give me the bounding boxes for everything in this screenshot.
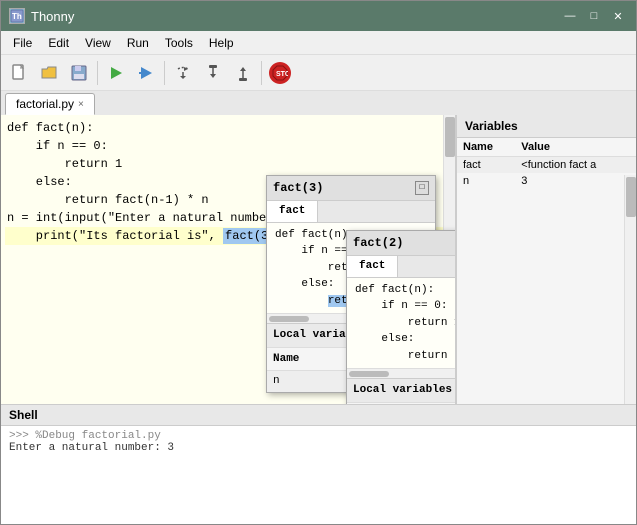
shell-panel: Shell >>> %Debug factorial.py Enter a na… [1,404,636,524]
var-row-n: n 3 [457,173,636,189]
separator-3 [261,61,262,85]
debug-window-fact2: fact(2) □ fact def fact(n): if n == 0: r… [346,230,455,404]
editor-panel: def fact(n): if n == 0: return 1 else: r… [1,115,456,404]
var-n-name: n [457,173,515,189]
shell-title: Shell [1,405,636,426]
svg-text:STOP: STOP [276,71,288,78]
menu-tools[interactable]: Tools [157,34,201,52]
dc2-line-2: if n == 0: [353,298,455,315]
toolbar: STOP [1,55,636,91]
open-file-button[interactable] [35,59,63,87]
shell-line-2: Enter a natural number: 3 [9,442,628,454]
dc2-line-1: def fact(n): [353,282,455,299]
editor-content[interactable]: def fact(n): if n == 0: return 1 else: r… [1,115,455,404]
menu-view[interactable]: View [77,34,119,52]
debug-local-title-2: Local variables [347,379,455,403]
menu-bar: File Edit View Run Tools Help [1,31,636,55]
dc2-line-5: return fact(2-1) * n [353,348,455,365]
minimize-button[interactable]: — [560,8,580,24]
main-window: Th Thonny — □ ✕ File Edit View Run Tools… [0,0,637,525]
save-file-button[interactable] [65,59,93,87]
variables-table: Name Value fact <function fact a n 3 [457,138,636,189]
window-title: Thonny [31,9,74,24]
debug-title-label-1: fact(3) [273,179,323,197]
variables-scrollbar-thumb [626,177,636,217]
debug-tab-bar-1: fact [267,201,435,223]
debug-tab-bar-2: fact [347,256,455,278]
run-button[interactable] [102,59,130,87]
debug-hscroll-thumb-1 [269,316,309,322]
code-line-3: return 1 [5,155,451,173]
var-row-fact: fact <function fact a [457,157,636,174]
debug-title-fact2[interactable]: fact(2) □ [347,231,455,256]
debug-title-label-2: fact(2) [353,234,403,252]
tab-close-button[interactable]: × [78,99,84,110]
variables-panel-title: Variables [457,115,636,138]
editor-scrollbar-thumb [445,117,455,157]
menu-file[interactable]: File [5,34,40,52]
tab-filename: factorial.py [16,97,74,111]
tab-bar: factorial.py × [1,91,636,115]
dc2-line-4: else: [353,331,455,348]
editor-sidebar: def fact(n): if n == 0: return 1 else: r… [1,115,636,404]
menu-help[interactable]: Help [201,34,242,52]
step-over-button[interactable] [169,59,197,87]
shell-content[interactable]: >>> %Debug factorial.py Enter a natural … [1,426,636,524]
title-bar: Th Thonny — □ ✕ [1,1,636,31]
close-button[interactable]: ✕ [608,8,628,24]
debug-var-header-name-1: Name [267,348,344,371]
variables-scrollbar[interactable] [624,175,636,404]
debug-local-vars-2: Local variables Name Value n 2 [347,378,455,404]
var-fact-name: fact [457,157,515,174]
stop-icon: STOP [269,62,291,84]
var-fact-value: <function fact a [515,157,636,174]
menu-edit[interactable]: Edit [40,34,77,52]
var-table-header: Name Value [457,138,636,157]
title-bar-left: Th Thonny [9,8,74,24]
debug-tab-fact-2[interactable]: fact [347,256,398,277]
variables-panel: Variables Name Value fact <function fact… [456,115,636,404]
step-into-button[interactable] [199,59,227,87]
shell-line-1: >>> %Debug factorial.py [9,430,628,442]
step-out-button[interactable] [229,59,257,87]
menu-run[interactable]: Run [119,34,157,52]
debug-maximize-btn-1[interactable]: □ [415,181,429,195]
separator-1 [97,61,98,85]
debug-var-header-value-2: Value [438,403,455,405]
debug-hscroll-2[interactable] [347,368,455,378]
var-n-value: 3 [515,173,636,189]
code-line-2: if n == 0: [5,137,451,155]
new-file-button[interactable] [5,59,33,87]
title-buttons: — □ ✕ [560,8,628,24]
app-icon: Th [9,8,25,24]
debug-code-2: def fact(n): if n == 0: return 1 else: r… [347,278,455,369]
dc2-line-3: return 1 [353,315,455,332]
debug-var-header-name-2: Name [347,403,438,405]
debug-var-table-2: Name Value n 2 [347,403,455,405]
var-header-value: Value [515,138,636,157]
debug-tab-fact-1[interactable]: fact [267,201,318,222]
maximize-button[interactable]: □ [584,8,604,24]
stop-button[interactable]: STOP [266,59,294,87]
debug-var-n-name-1: n [267,371,344,392]
debug-title-fact3[interactable]: fact(3) □ [267,176,435,201]
separator-2 [164,61,165,85]
editor-tab[interactable]: factorial.py × [5,93,95,115]
debug-hscroll-thumb-2 [349,371,389,377]
content-area: factorial.py × def fact(n): if n == 0: r… [1,91,636,524]
svg-text:Th: Th [12,12,22,21]
debug-button[interactable] [132,59,160,87]
var-header-name: Name [457,138,515,157]
code-line-1: def fact(n): [5,119,451,137]
